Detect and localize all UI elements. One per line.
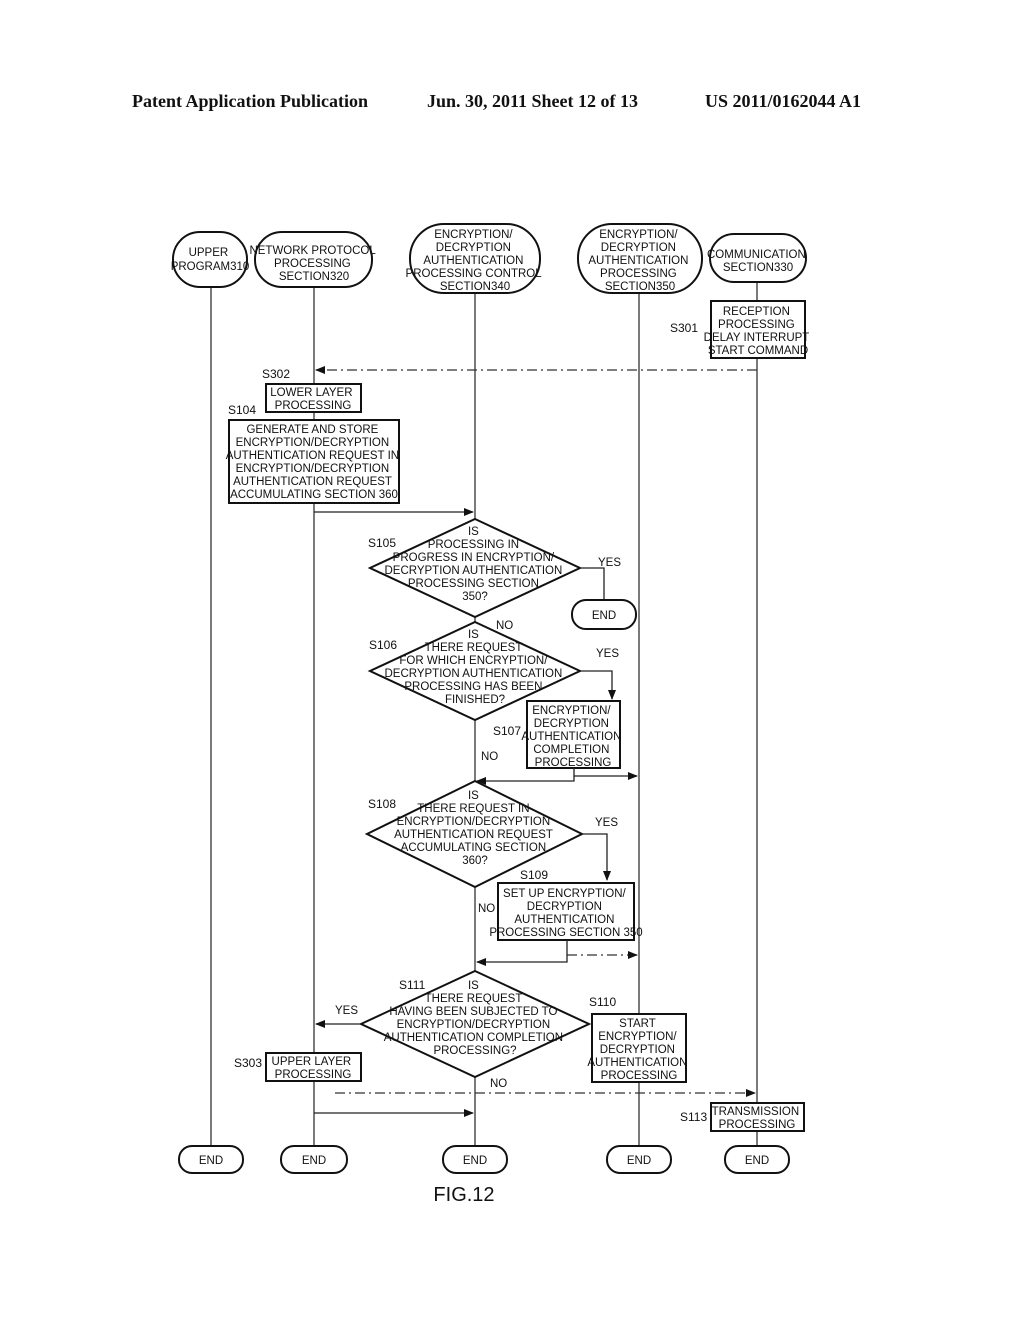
decision-s111: S111 IS THERE REQUEST HAVING BEEN SUBJEC…	[358, 969, 592, 1079]
s108-yes-connector	[582, 833, 611, 881]
step-s113: S113 TRANSMISSION PROCESSING	[680, 1102, 805, 1132]
s108-no-label: NO	[478, 903, 495, 915]
s107-return-arrow	[476, 776, 575, 785]
step-label: S113	[680, 1110, 707, 1124]
step-label: S108	[368, 797, 396, 811]
decision-s105: S105 IS PROCESSING IN PROGRESS IN ENCRYP…	[367, 517, 583, 619]
end-label: END	[627, 1155, 651, 1167]
s105-yes-label: YES	[598, 557, 621, 569]
s109-return-arrow	[476, 940, 568, 966]
step-text: ENCRYPTION/ DECRYPTION AUTHENTICATION CO…	[521, 705, 624, 769]
s105-no-label: NO	[496, 620, 513, 632]
decision-text: IS PROCESSING IN PROGRESS IN ENCRYPTION/…	[384, 526, 565, 603]
step-s107: S107 ENCRYPTION/ DECRYPTION AUTHENTICATI…	[493, 700, 624, 769]
s111-yes-label: YES	[335, 1005, 358, 1017]
s106-yes-label: YES	[596, 648, 619, 660]
publication-type: Patent Application Publication	[132, 91, 368, 111]
step-s301: S301 RECEPTION PROCESSING DELAY INTERRUP…	[670, 300, 809, 359]
step-label: S105	[368, 536, 396, 550]
step-label: S303	[234, 1056, 262, 1070]
step-label: S111	[399, 978, 426, 992]
figure-caption: FIG.12	[433, 1184, 494, 1206]
step-s109: S109 SET UP ENCRYPTION/ DECRYPTION AUTHE…	[489, 868, 643, 941]
end-label: END	[302, 1155, 326, 1167]
end-label: END	[463, 1155, 487, 1167]
date-sheet: Jun. 30, 2011 Sheet 12 of 13	[427, 91, 638, 111]
step-text: LOWER LAYER PROCESSING	[270, 387, 355, 412]
step-label: S104	[228, 403, 256, 417]
lane-header-communication: COMMUNICATION SECTION330	[707, 233, 807, 283]
s107-to-section350-arrow	[573, 768, 638, 780]
end-label: END	[199, 1155, 223, 1167]
s111-no-label: NO	[490, 1078, 507, 1090]
end-label: END	[745, 1155, 769, 1167]
end-communication: END	[724, 1145, 790, 1174]
decision-text: IS THERE REQUEST FOR WHICH ENCRYPTION/ D…	[384, 629, 565, 706]
page-header: Patent Application Publication Jun. 30, …	[132, 91, 861, 111]
s108-yes-label: YES	[595, 817, 618, 829]
patent-number: US 2011/0162044 A1	[705, 91, 861, 111]
flowchart-canvas: Patent Application Publication Jun. 30, …	[132, 91, 861, 1206]
step-label: S301	[670, 321, 698, 335]
s106-no-label: NO	[481, 751, 498, 763]
step-s303: S303 UPPER LAYER PROCESSING	[234, 1052, 362, 1082]
end-control-section: END	[442, 1145, 508, 1174]
end-encryption-section: END	[606, 1145, 672, 1174]
lane-header-upper-program: UPPER PROGRAM310	[171, 231, 249, 288]
lane-header-network-protocol: NETWORK PROTOCOL PROCESSING SECTION320	[249, 231, 376, 288]
lane-header-control-section: ENCRYPTION/ DECRYPTION AUTHENTICATION PR…	[406, 223, 542, 294]
end-label: END	[592, 610, 616, 622]
decision-s108: S108 IS THERE REQUEST IN ENCRYPTION/DECR…	[364, 779, 585, 889]
step-label: S106	[369, 638, 397, 652]
step-text: UPPER LAYER PROCESSING	[272, 1056, 355, 1081]
end-upper-program: END	[178, 1145, 244, 1174]
step-text: GENERATE AND STORE ENCRYPTION/DECRYPTION…	[226, 424, 403, 501]
step-text: TRANSMISSION PROCESSING	[712, 1106, 803, 1131]
step-label: S109	[520, 868, 548, 882]
s105-yes-connector	[580, 567, 605, 600]
s106-yes-connector	[580, 670, 616, 700]
lane-header-encryption-section: ENCRYPTION/ DECRYPTION AUTHENTICATION PR…	[577, 223, 703, 294]
step-label: S107	[493, 724, 521, 738]
step-label: S110	[589, 995, 616, 1009]
step-s302: S302 LOWER LAYER PROCESSING	[262, 367, 362, 413]
step-label: S302	[262, 367, 290, 381]
end-s105: END	[571, 599, 637, 630]
end-network-protocol: END	[280, 1145, 348, 1174]
